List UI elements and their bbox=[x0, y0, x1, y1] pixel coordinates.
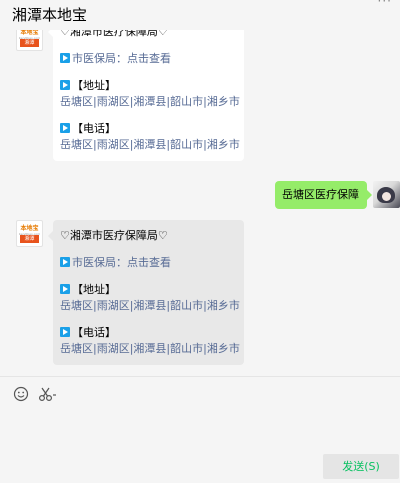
chat-title: 湘潭本地宝 bbox=[12, 6, 88, 24]
ellipsis-icon[interactable]: ··· bbox=[378, 0, 392, 8]
bot-message-bubble[interactable]: ♡湘潭市医疗保障局♡ 市医保局：点击查看 【地址】 岳塘区|雨湖区|湘潭县|韶山… bbox=[48, 220, 244, 365]
scissors-icon[interactable] bbox=[38, 386, 58, 402]
play-icon bbox=[60, 284, 70, 294]
chat-header: 湘潭本地宝 ··· bbox=[0, 0, 400, 30]
address-header-label: 【地址】 bbox=[72, 79, 116, 92]
phone-header: 【电话】 bbox=[60, 121, 237, 137]
play-icon bbox=[60, 80, 70, 90]
message-title: ♡湘潭市医疗保障局♡ bbox=[60, 229, 168, 242]
send-button[interactable]: 发送(S) bbox=[323, 454, 399, 479]
message-title: ♡湘潭市医疗保障局♡ bbox=[60, 30, 168, 38]
bot-avatar[interactable]: 本地宝 bendibao.com 湘潭 bbox=[16, 220, 43, 247]
address-header: 【地址】 bbox=[60, 78, 237, 94]
user-avatar[interactable] bbox=[373, 181, 400, 208]
phone-header-label: 【电话】 bbox=[72, 326, 116, 339]
address-links[interactable]: 岳塘区|雨湖区|湘潭县|韶山市|湘乡市 bbox=[60, 298, 240, 314]
message-link[interactable]: 市医保局：点击查看 bbox=[60, 51, 237, 67]
address-links[interactable]: 岳塘区|雨湖区|湘潭县|韶山市|湘乡市 bbox=[60, 94, 240, 110]
play-icon bbox=[60, 123, 70, 133]
bot-logo-band: 湘潭 bbox=[20, 235, 39, 243]
phone-header: 【电话】 bbox=[60, 325, 237, 341]
phone-links[interactable]: 岳塘区|雨湖区|湘潭县|韶山市|湘乡市 bbox=[60, 137, 240, 153]
user-message-text: 岳塘区医疗保障 bbox=[282, 188, 359, 201]
bot-message-bubble[interactable]: ♡湘潭市医疗保障局♡ 市医保局：点击查看 【地址】 岳塘区|雨湖区|湘潭县|韶山… bbox=[48, 30, 244, 161]
link-label[interactable]: 市医保局：点击查看 bbox=[72, 256, 171, 269]
address-header: 【地址】 bbox=[60, 282, 237, 298]
phone-header-label: 【电话】 bbox=[72, 122, 116, 135]
input-area[interactable]: 发送(S) bbox=[0, 377, 400, 483]
user-message-bubble[interactable]: 岳塘区医疗保障 bbox=[275, 181, 372, 209]
play-icon bbox=[60, 327, 70, 337]
bot-avatar[interactable]: 本地宝 bendibao.com 湘潭 bbox=[16, 30, 43, 51]
address-header-label: 【地址】 bbox=[72, 283, 116, 296]
play-icon bbox=[60, 257, 70, 267]
phone-links[interactable]: 岳塘区|雨湖区|湘潭县|韶山市|湘乡市 bbox=[60, 341, 240, 357]
emoji-icon[interactable] bbox=[13, 386, 29, 402]
bot-logo-band: 湘潭 bbox=[20, 39, 39, 47]
avatar-face bbox=[382, 192, 391, 201]
message-list[interactable]: 本地宝 bendibao.com 湘潭 ♡湘潭市医疗保障局♡ 市医保局：点击查看… bbox=[0, 30, 400, 376]
link-label[interactable]: 市医保局：点击查看 bbox=[72, 52, 171, 65]
play-icon bbox=[60, 53, 70, 63]
message-link[interactable]: 市医保局：点击查看 bbox=[60, 255, 237, 271]
